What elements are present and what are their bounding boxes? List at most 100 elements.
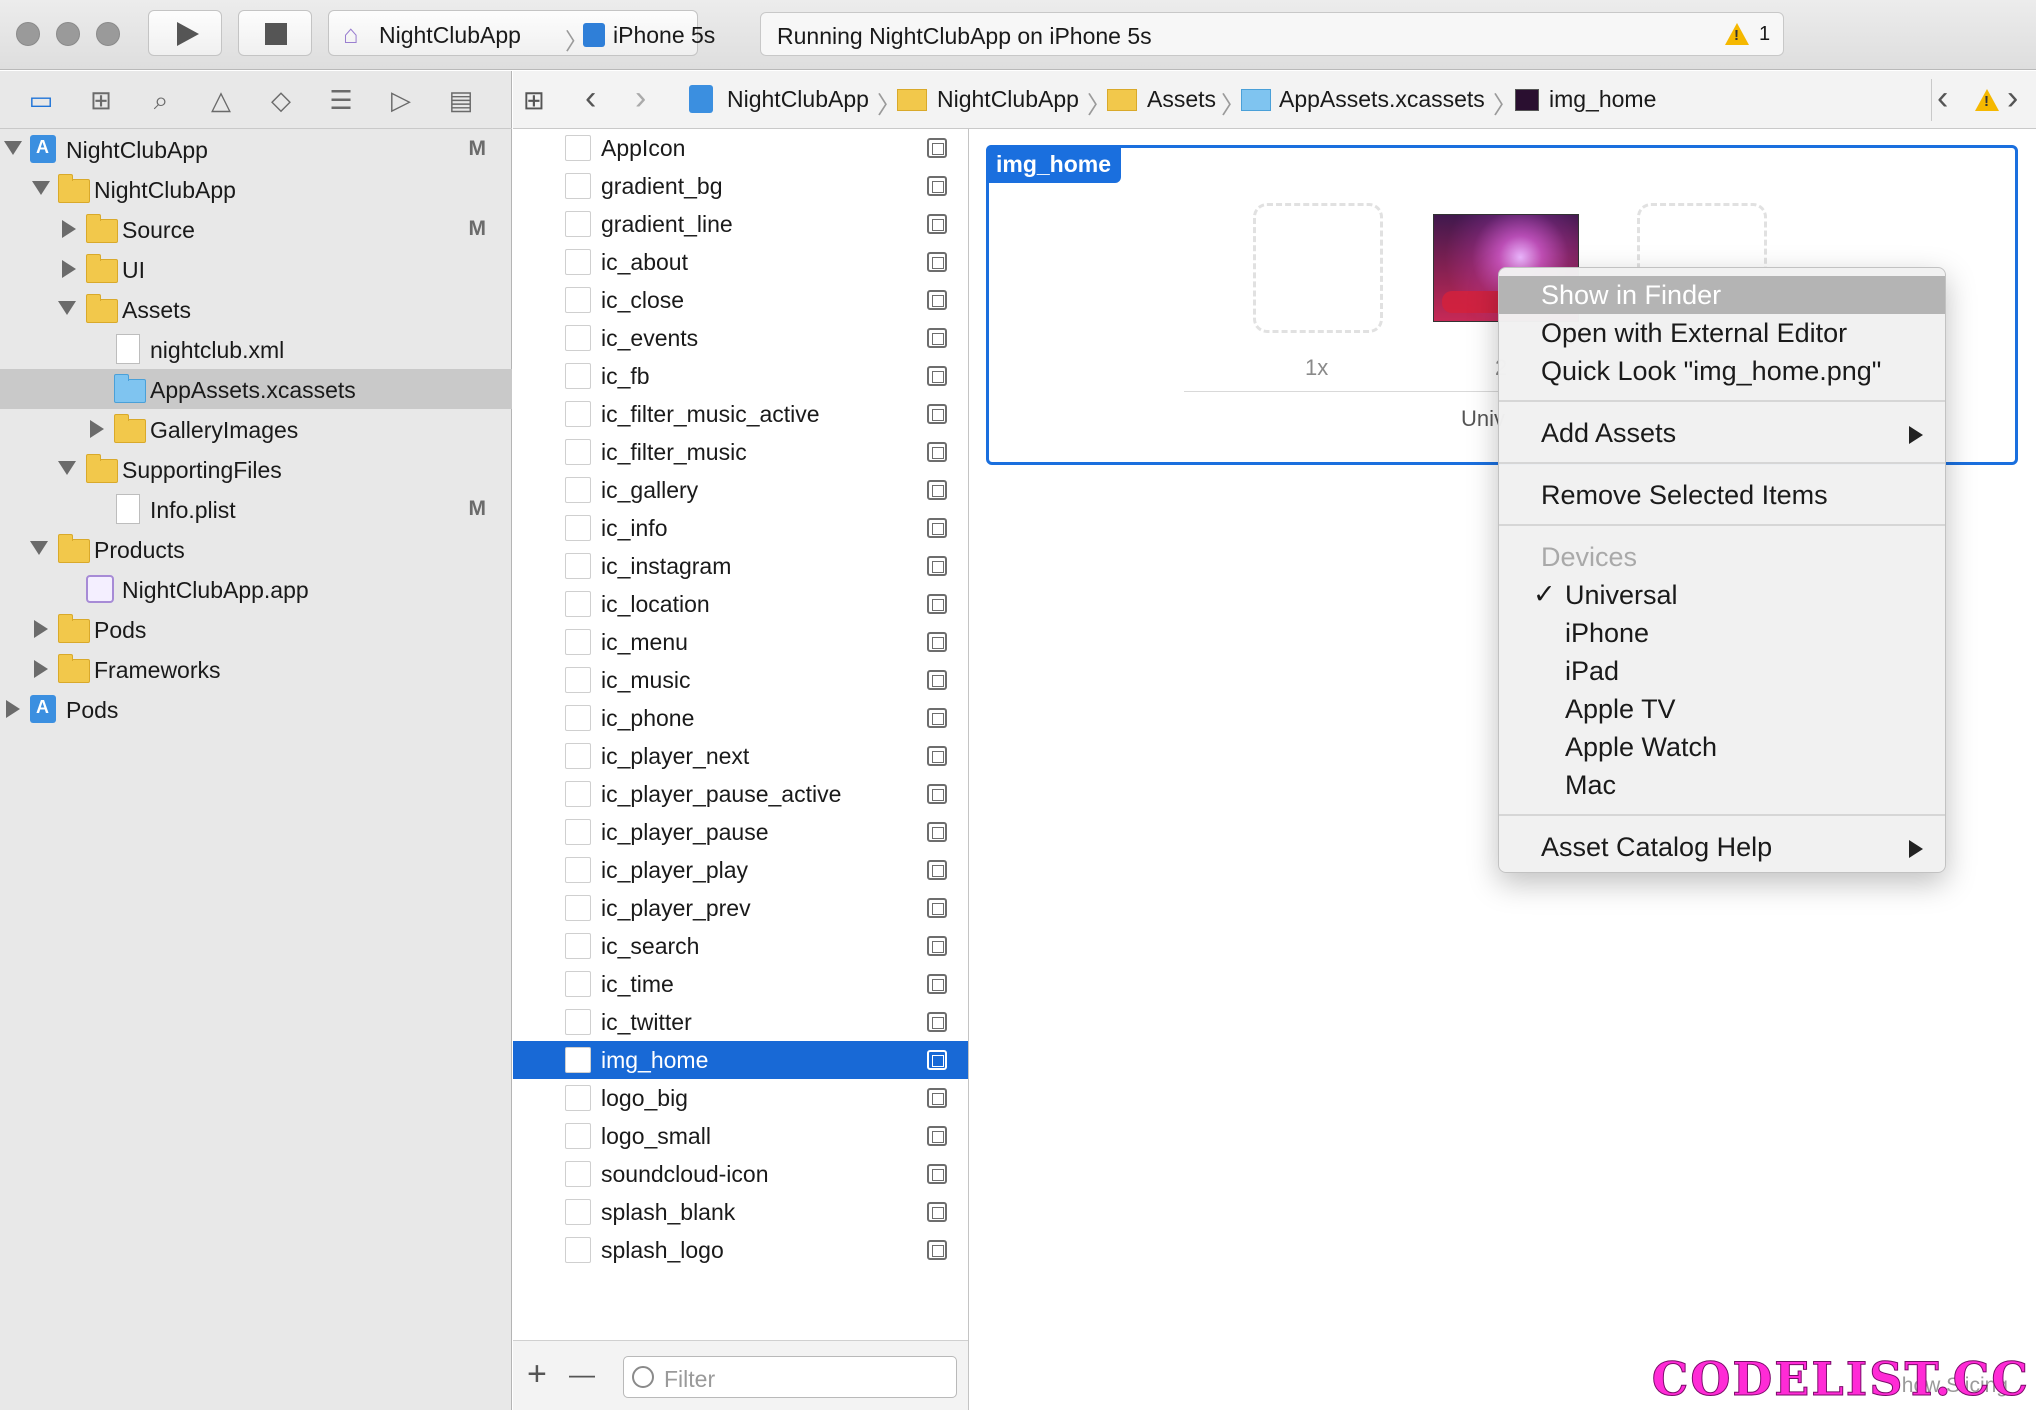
tree-item-pods-project[interactable]: Pods — [0, 689, 512, 729]
close-window-button[interactable] — [16, 22, 40, 46]
crumb-group[interactable]: NightClubApp — [937, 86, 1079, 113]
asset-row[interactable]: splash_blank — [513, 1193, 968, 1231]
asset-row[interactable]: ic_fb — [513, 357, 968, 395]
asset-checkbox-icon[interactable] — [927, 1164, 947, 1184]
tree-item-info-plist[interactable]: Info.plist M — [0, 489, 512, 529]
scheme-selector[interactable]: ⌂ NightClubApp 〉 iPhone 5s — [328, 10, 715, 56]
asset-row[interactable]: ic_filter_music_active — [513, 395, 968, 433]
menu-device-ipad[interactable]: iPad — [1499, 652, 1945, 690]
asset-checkbox-icon[interactable] — [927, 1088, 947, 1108]
asset-row[interactable]: ic_twitter — [513, 1003, 968, 1041]
asset-checkbox-icon[interactable] — [927, 708, 947, 728]
remove-asset-button[interactable]: — — [569, 1359, 595, 1390]
issue-warning-icon[interactable]: △ — [206, 85, 236, 115]
minimize-window-button[interactable] — [56, 22, 80, 46]
tree-item-app-product[interactable]: NightClubApp.app — [0, 569, 512, 609]
asset-checkbox-icon[interactable] — [927, 1050, 947, 1070]
asset-row[interactable]: ic_gallery — [513, 471, 968, 509]
related-items-icon[interactable]: ⊞ — [523, 85, 545, 116]
asset-row[interactable]: logo_big — [513, 1079, 968, 1117]
tree-item-nightclub-xml[interactable]: nightclub.xml — [0, 329, 512, 369]
crumb-project[interactable]: NightClubApp — [727, 86, 869, 113]
asset-row[interactable]: ic_time — [513, 965, 968, 1003]
crumb-assets[interactable]: Assets — [1147, 86, 1216, 113]
asset-checkbox-icon[interactable] — [927, 556, 947, 576]
asset-checkbox-icon[interactable] — [927, 328, 947, 348]
asset-row[interactable]: ic_filter_music — [513, 433, 968, 471]
forward-arrow-icon[interactable]: › — [635, 79, 646, 118]
filter-field[interactable]: Filter — [623, 1356, 957, 1398]
back-arrow-icon[interactable]: ‹ — [585, 79, 596, 118]
disclosure-closed-icon[interactable] — [62, 220, 76, 238]
asset-checkbox-icon[interactable] — [927, 898, 947, 918]
asset-row[interactable]: img_home — [513, 1041, 968, 1079]
search-icon[interactable]: ⌕ — [146, 85, 176, 115]
tree-item-source[interactable]: Source M — [0, 209, 512, 249]
asset-checkbox-icon[interactable] — [927, 1126, 947, 1146]
breakpoint-icon[interactable]: ▷ — [386, 85, 416, 115]
asset-checkbox-icon[interactable] — [927, 1202, 947, 1222]
asset-row[interactable]: ic_player_next — [513, 737, 968, 775]
asset-checkbox-icon[interactable] — [927, 860, 947, 880]
tree-item-pods-group[interactable]: Pods — [0, 609, 512, 649]
tree-item-ui[interactable]: UI — [0, 249, 512, 289]
asset-row[interactable]: ic_player_pause — [513, 813, 968, 851]
asset-checkbox-icon[interactable] — [927, 252, 947, 272]
asset-row[interactable]: ic_player_play — [513, 851, 968, 889]
asset-checkbox-icon[interactable] — [927, 404, 947, 424]
add-asset-button[interactable]: + — [527, 1355, 547, 1394]
tree-item-assets[interactable]: Assets — [0, 289, 512, 329]
asset-row[interactable]: logo_small — [513, 1117, 968, 1155]
asset-row[interactable]: ic_phone — [513, 699, 968, 737]
warning-icon[interactable] — [1975, 89, 1999, 111]
asset-row[interactable]: ic_location — [513, 585, 968, 623]
menu-quick-look[interactable]: Quick Look "img_home.png" — [1499, 352, 1945, 390]
asset-row[interactable]: AppIcon — [513, 129, 968, 167]
image-set-title[interactable]: img_home — [986, 145, 1122, 183]
asset-checkbox-icon[interactable] — [927, 632, 947, 652]
menu-device-iphone[interactable]: iPhone — [1499, 614, 1945, 652]
disclosure-closed-icon[interactable] — [62, 260, 76, 278]
crumb-image-set[interactable]: img_home — [1549, 86, 1656, 113]
disclosure-closed-icon[interactable] — [34, 660, 48, 678]
asset-row[interactable]: ic_search — [513, 927, 968, 965]
asset-row[interactable]: ic_player_prev — [513, 889, 968, 927]
asset-checkbox-icon[interactable] — [927, 480, 947, 500]
menu-device-apple-watch[interactable]: Apple Watch — [1499, 728, 1945, 766]
asset-row[interactable]: ic_instagram — [513, 547, 968, 585]
asset-row[interactable]: ic_events — [513, 319, 968, 357]
tree-item-appassets[interactable]: AppAssets.xcassets — [0, 369, 512, 409]
asset-row[interactable]: ic_menu — [513, 623, 968, 661]
asset-checkbox-icon[interactable] — [927, 1012, 947, 1032]
tree-item-supportingfiles[interactable]: SupportingFiles — [0, 449, 512, 489]
asset-checkbox-icon[interactable] — [927, 176, 947, 196]
menu-add-assets[interactable]: Add Assets — [1499, 414, 1945, 452]
asset-checkbox-icon[interactable] — [927, 670, 947, 690]
disclosure-open-icon[interactable] — [30, 541, 48, 555]
menu-device-mac[interactable]: Mac — [1499, 766, 1945, 804]
asset-row[interactable]: ic_about — [513, 243, 968, 281]
asset-row[interactable]: gradient_bg — [513, 167, 968, 205]
asset-row[interactable]: soundcloud-icon — [513, 1155, 968, 1193]
run-button[interactable] — [148, 10, 222, 56]
asset-row[interactable]: splash_logo — [513, 1231, 968, 1269]
disclosure-closed-icon[interactable] — [90, 420, 104, 438]
asset-checkbox-icon[interactable] — [927, 442, 947, 462]
test-diamond-icon[interactable]: ◇ — [266, 85, 296, 115]
stop-button[interactable] — [238, 10, 312, 56]
asset-checkbox-icon[interactable] — [927, 1240, 947, 1260]
folder-icon[interactable]: ▭ — [26, 85, 56, 115]
menu-remove-selected[interactable]: Remove Selected Items — [1499, 476, 1945, 514]
asset-checkbox-icon[interactable] — [927, 518, 947, 538]
asset-checkbox-icon[interactable] — [927, 784, 947, 804]
asset-checkbox-icon[interactable] — [927, 974, 947, 994]
menu-device-universal[interactable]: ✓ Universal — [1499, 576, 1945, 614]
asset-row[interactable]: ic_music — [513, 661, 968, 699]
disclosure-open-icon[interactable] — [58, 301, 76, 315]
asset-checkbox-icon[interactable] — [927, 936, 947, 956]
disclosure-open-icon[interactable] — [32, 181, 50, 195]
slot-1x[interactable] — [1253, 203, 1383, 333]
asset-checkbox-icon[interactable] — [927, 746, 947, 766]
crumb-xcassets[interactable]: AppAssets.xcassets — [1279, 86, 1485, 113]
disclosure-closed-icon[interactable] — [34, 620, 48, 638]
